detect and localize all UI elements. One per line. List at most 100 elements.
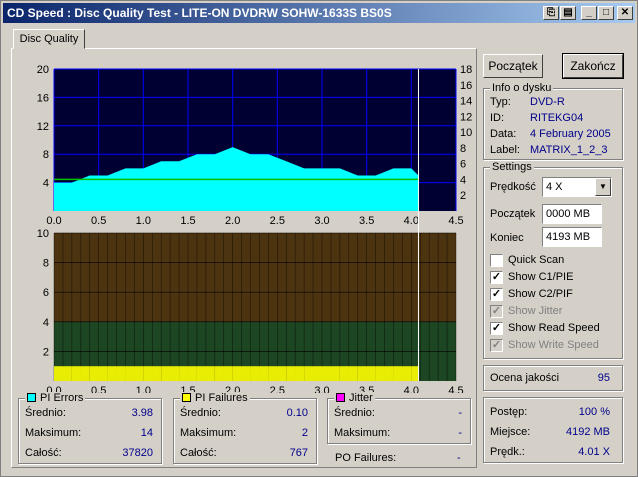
pi-failures-max-value: 2 [301,427,308,439]
disc-id-label: ID: [490,112,505,124]
bottom-chart-x-tick-label: 4.0 [404,385,419,393]
quality-score-group: Ocena jakości 95 [483,365,623,391]
speed-readout-label: Prędk.: [490,446,525,458]
top-chart-x-tick-label: 4.0 [404,215,419,227]
pi-failures-total-value: 767 [289,447,308,459]
save-icon[interactable]: ▤ [560,6,576,20]
top-chart-y-right-tick-label: 16 [460,80,472,92]
settings-title: Settings [490,161,534,173]
po-failures-value: - [457,452,461,464]
top-chart-x-tick-label: 0.0 [46,215,61,227]
copy-icon[interactable]: ⎘ [543,6,559,20]
tab-disc-quality[interactable]: Disc Quality [13,29,85,49]
pi-errors-max-value: 14 [140,427,153,439]
top-chart-x-tick-label: 1.0 [136,215,151,227]
disc-date-value: 4 February 2005 [530,128,611,140]
po-failures-label: PO Failures: [335,452,397,464]
pif-bar [125,366,144,381]
show-read-speed-label: Show Read Speed [508,322,600,334]
show-pie-label: Show C1/PIE [508,271,574,283]
top-chart-y-left-tick-label: 12 [37,121,49,133]
pi-errors-avg-label: Średnio: [25,407,66,419]
start-mb-label: Początek [490,208,536,220]
top-chart-y-left-tick-label: 8 [43,149,49,161]
pi-errors-avg-value: 3.98 [131,407,153,419]
disc-type-label: Typ: [490,96,511,108]
chevron-down-icon[interactable]: ▼ [595,178,611,196]
jitter-max-label: Maksimum: [334,427,391,439]
bottom-chart-y-tick-label: 8 [43,258,49,270]
disc-date-label: Data: [490,128,517,140]
settings-group: Settings Prędkość 4 X ▼ Początek 0000 MB… [483,161,623,359]
bottom-chart-x-tick-label: 0.5 [91,385,106,393]
speed-select[interactable]: 4 X ▼ [542,177,612,197]
pi-failures-max-label: Maksimum: [180,427,237,439]
title-bar: CD Speed : Disc Quality Test - LITE-ON D… [3,3,635,23]
top-chart-x-tick-label: 4.5 [448,215,463,227]
bottom-chart-y-tick-label: 6 [43,287,49,299]
speed-label: Prędkość [490,181,536,193]
top-chart-x-tick-label: 2.5 [270,215,285,227]
pi-errors-group: PI Errors Średnio: 3.98 Maksimum: 14 Cał… [18,392,162,464]
quick-scan-label: Quick Scan [508,254,565,266]
pif-bar [89,366,108,381]
position-label: Miejsce: [490,426,531,438]
disc-info-group: Info o dysku Typ: DVD-R ID: RITEKG04 Dat… [483,82,623,160]
progress-label: Postęp: [490,406,528,418]
pif-bar [179,366,197,381]
end-mb-label: Koniec [490,232,524,244]
top-chart-y-right-tick-label: 14 [460,96,472,108]
bottom-chart-y-tick-label: 10 [37,228,49,240]
bottom-chart-y-tick-label: 4 [43,317,49,329]
pi-failures-group: PI Failures Średnio: 0.10 Maksimum: 2 Ca… [173,392,317,464]
top-chart-y-right-tick-label: 2 [460,190,466,202]
disc-label-value: MATRIX_1_2_3 [530,144,608,156]
jitter-avg-value: - [458,407,462,419]
jitter-max-value: - [458,427,462,439]
pi-errors-total-label: Całość: [25,447,62,459]
end-button[interactable]: Zakończ [562,53,624,79]
top-chart-y-right-tick-label: 18 [460,64,472,76]
show-write-speed-checkbox: ✓ [490,339,503,352]
jitter-title: Jitter [334,392,375,404]
pi-failures-color-swatch [182,393,191,402]
progress-value: 100 % [578,406,610,418]
bottom-chart-x-tick-label: 4.5 [448,385,463,393]
app-window: CD Speed : Disc Quality Test - LITE-ON D… [0,0,638,477]
top-chart-y-right-tick-label: 6 [460,159,466,171]
pi-errors-max-label: Maksimum: [25,427,82,439]
show-read-speed-checkbox[interactable]: ✓ [490,322,503,335]
pi-errors-total-value: 37820 [122,447,153,459]
pif-bar [232,366,251,381]
pif-bar [268,366,287,381]
pif-bar [357,366,376,381]
start-button[interactable]: Początek [483,54,543,78]
top-chart-x-tick-label: 3.5 [359,215,374,227]
disc-id-value: RITEKG04 [530,112,584,124]
quality-score-label: Ocena jakości [490,372,560,384]
start-mb-input[interactable]: 0000 MB [542,204,602,224]
end-mb-input[interactable]: 4193 MB [542,227,602,247]
speed-select-value: 4 X [546,181,563,193]
top-chart-y-right-tick-label: 4 [460,174,466,186]
pi-failures-avg-label: Średnio: [180,407,221,419]
minimize-button[interactable]: _ [581,6,597,20]
pif-bar [54,366,72,381]
pif-bar [375,366,394,381]
pif-bar [196,366,215,381]
show-pif-checkbox[interactable]: ✓ [490,288,503,301]
disc-label-label: Label: [490,144,520,156]
pif-bar [322,366,340,381]
top-chart-x-tick-label: 2.0 [225,215,240,227]
position-value: 4192 MB [565,426,610,438]
show-pie-checkbox[interactable]: ✓ [490,271,503,284]
disc-type-value: DVD-R [530,96,565,108]
maximize-button[interactable]: □ [598,6,614,20]
progress-group: Postęp: 100 % Miejsce: 4192 MB Prędk.: 4… [483,397,623,463]
bottom-chart-upper-background [54,233,456,322]
pif-bar [214,366,233,381]
pif-bar [250,366,269,381]
quick-scan-checkbox[interactable] [490,254,503,267]
pi-failures-title: PI Failures [180,392,250,404]
close-button[interactable]: ✕ [617,6,633,20]
